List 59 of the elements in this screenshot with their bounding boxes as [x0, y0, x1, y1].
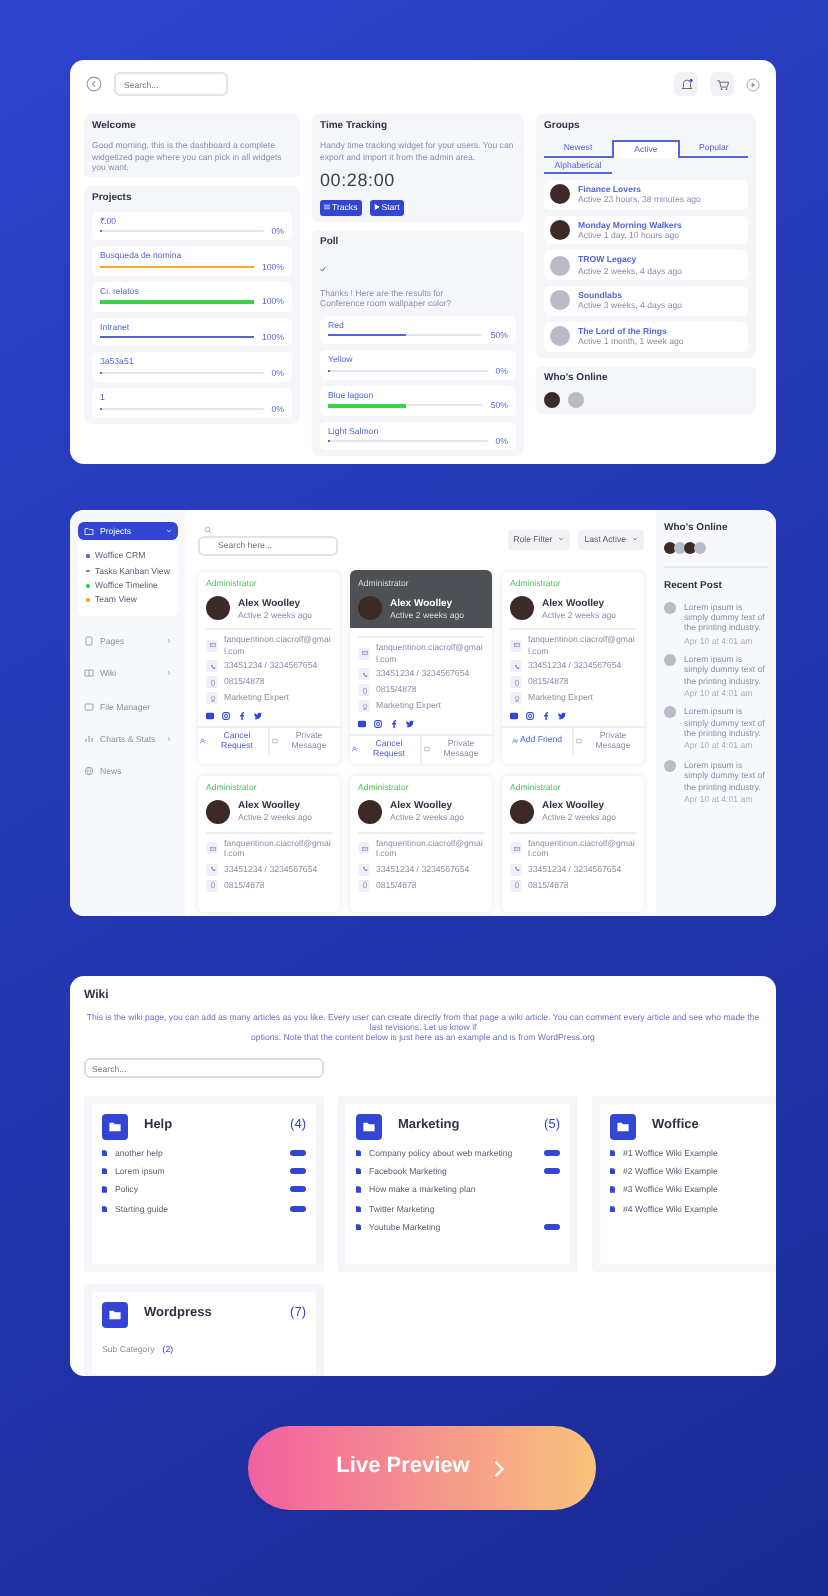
document-icon	[102, 1149, 107, 1156]
document-icon	[356, 1186, 361, 1194]
play-icon	[373, 204, 380, 211]
document-icon	[102, 1205, 107, 1213]
check-icon	[320, 266, 326, 273]
camera-icon	[222, 712, 230, 721]
group-avatar	[550, 220, 570, 241]
page-icon	[84, 635, 94, 646]
post-thumbnail	[664, 706, 676, 719]
user-plus-icon	[511, 738, 518, 745]
play-icon	[746, 77, 760, 91]
notification-button[interactable]	[674, 72, 698, 96]
facebook-icon	[390, 720, 398, 729]
post-thumbnail	[664, 759, 676, 772]
document-icon	[356, 1223, 361, 1231]
member-avatar	[358, 596, 382, 621]
notification-icon	[679, 77, 693, 91]
user-minus-icon	[352, 746, 358, 753]
document-icon	[102, 1186, 107, 1194]
document-icon	[356, 1167, 361, 1175]
facebook-icon	[238, 712, 246, 721]
document-icon	[102, 1167, 107, 1175]
cart-icon	[715, 77, 729, 91]
facebook-icon	[542, 712, 550, 721]
group-avatar	[550, 184, 570, 205]
member-avatar	[510, 799, 534, 824]
book-icon	[84, 668, 94, 679]
bird-icon	[406, 720, 414, 729]
mail-icon	[510, 712, 518, 721]
document-icon	[610, 1149, 615, 1156]
user-minus-icon	[200, 738, 206, 745]
document-icon	[610, 1205, 615, 1213]
cart-button[interactable]	[710, 72, 734, 96]
post-thumbnail	[664, 653, 676, 666]
camera-icon	[526, 712, 534, 721]
document-icon	[610, 1167, 615, 1175]
mail-icon	[206, 712, 214, 721]
chart-icon	[84, 734, 94, 745]
bird-icon	[254, 712, 262, 721]
member-avatar	[510, 596, 534, 621]
mail-icon	[358, 720, 366, 729]
bird-icon	[558, 712, 566, 721]
globe-icon	[84, 766, 94, 777]
timer-display: 00:28:00	[320, 169, 397, 193]
document-icon	[610, 1186, 615, 1194]
post-thumbnail	[664, 601, 676, 613]
member-avatar	[206, 596, 230, 621]
list-icon	[324, 204, 330, 211]
group-avatar	[550, 326, 570, 347]
search-icon	[204, 525, 212, 533]
document-icon	[356, 1149, 361, 1156]
camera-icon	[374, 720, 382, 729]
back-icon	[86, 76, 102, 92]
chevron-right-icon	[489, 1459, 508, 1477]
group-avatar	[550, 290, 570, 311]
member-avatar	[358, 799, 382, 824]
document-icon	[356, 1205, 361, 1213]
member-avatar	[206, 799, 230, 824]
group-avatar	[550, 255, 570, 276]
